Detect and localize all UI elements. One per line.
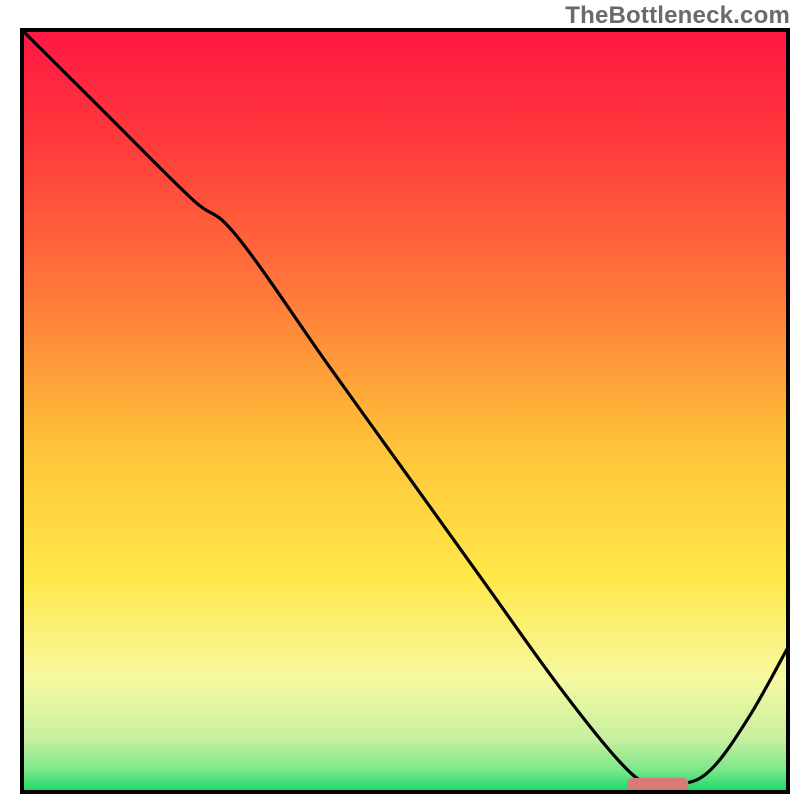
plot-area (22, 30, 788, 792)
chart-svg (0, 0, 800, 800)
optimal-marker (627, 778, 688, 791)
watermark-text: TheBottleneck.com (565, 2, 790, 30)
chart-stage: TheBottleneck.com (0, 0, 800, 800)
